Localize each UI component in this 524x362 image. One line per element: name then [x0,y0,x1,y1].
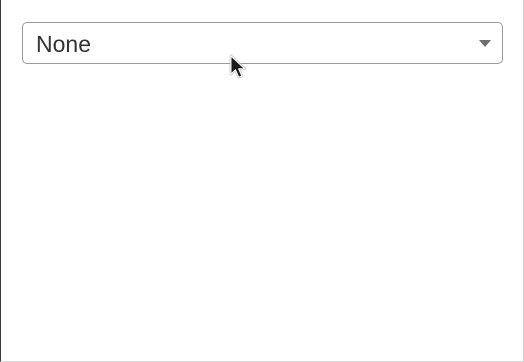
page-frame: None [0,0,524,362]
selected-value: None [36,31,91,57]
select-dropdown[interactable]: None [22,22,503,64]
mouse-pointer-icon [229,54,247,79]
chevron-down-icon [479,40,491,47]
